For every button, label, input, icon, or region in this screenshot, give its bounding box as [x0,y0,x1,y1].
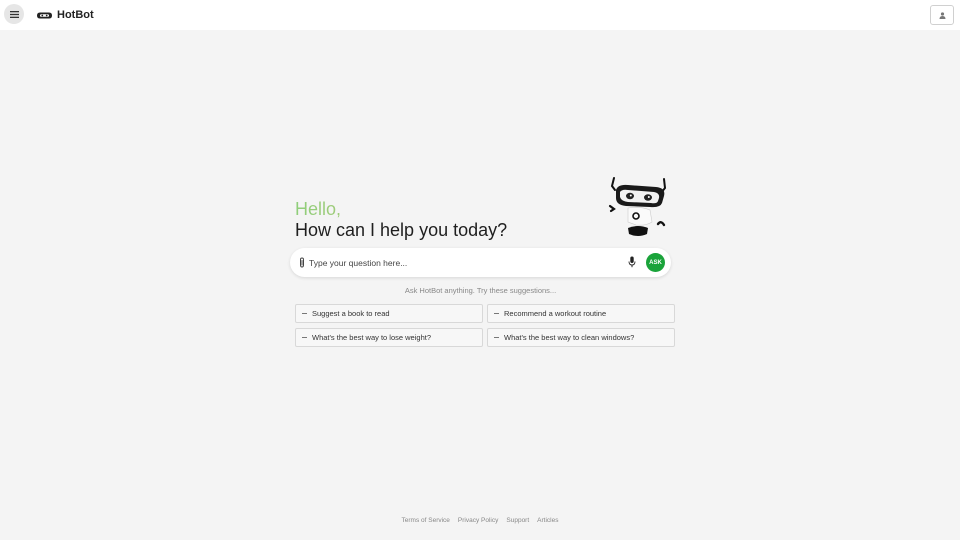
page: HotBot Hello, How can I help you today? [0,0,960,540]
footer-link-terms[interactable]: Terms of Service [402,517,450,524]
suggestion-chip[interactable]: Suggest a book to read [295,304,483,323]
hotbot-logo-icon [37,12,52,18]
footer-link-articles[interactable]: Articles [537,517,558,524]
suggestion-chip[interactable]: What's the best way to clean windows? [487,328,675,347]
brand-name: HotBot [57,9,94,21]
dash-icon [494,313,499,314]
robot-mascot-icon [608,177,667,236]
account-button[interactable] [930,5,954,25]
top-bar: HotBot [0,0,960,30]
suggestion-chip[interactable]: Recommend a workout routine [487,304,675,323]
dash-icon [302,337,307,338]
hamburger-icon [9,10,19,18]
suggestion-label: What's the best way to clean windows? [504,333,635,342]
dash-icon [302,313,307,314]
microphone-icon[interactable] [628,256,636,268]
footer-link-support[interactable]: Support [506,517,529,524]
footer-link-privacy[interactable]: Privacy Policy [458,517,498,524]
user-icon [939,11,945,19]
suggestion-label: Recommend a workout routine [504,309,607,318]
suggestion-label: What's the best way to lose weight? [312,333,431,342]
brand-logo[interactable]: HotBot [36,6,94,24]
suggestion-label: Suggest a book to read [312,309,390,318]
dash-icon [494,337,499,338]
suggestion-chip[interactable]: What's the best way to lose weight? [295,328,483,347]
greeting: Hello, How can I help you today? [295,199,507,241]
greeting-hello: Hello, [295,199,507,219]
ask-button[interactable]: ASK [646,253,665,272]
footer: Terms of Service Privacy Policy Support … [0,517,960,524]
suggestions-hint: Ask HotBot anything. Try these suggestio… [404,286,557,295]
search-box: ASK [290,248,671,277]
attachment-icon[interactable] [297,257,307,269]
search-input[interactable] [309,255,624,271]
menu-button[interactable] [4,4,24,24]
greeting-prompt: How can I help you today? [295,220,508,240]
